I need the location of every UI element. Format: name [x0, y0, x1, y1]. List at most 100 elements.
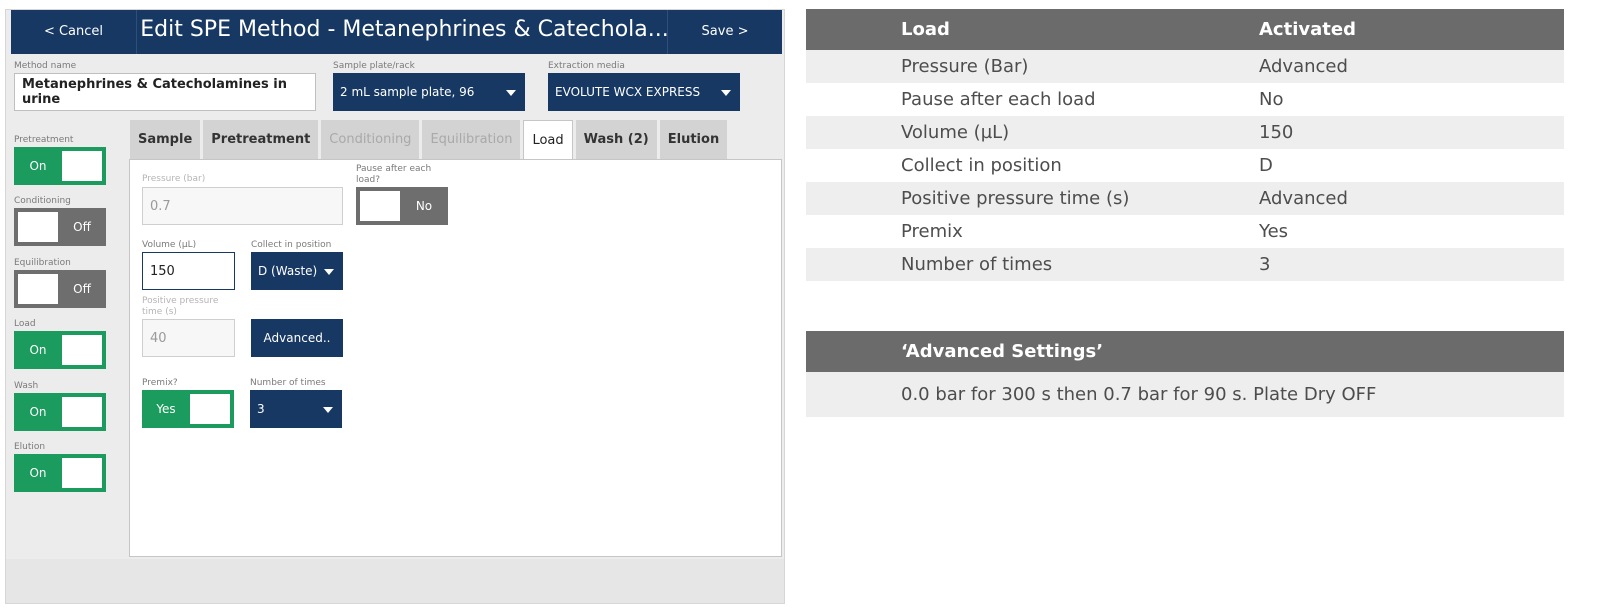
cancel-button[interactable]: < Cancel [11, 10, 137, 54]
chevron-down-icon [506, 90, 516, 96]
table-cell: Advanced [1259, 188, 1348, 209]
chevron-down-icon [323, 407, 333, 413]
advanced-settings-table: ‘Advanced Settings’ 0.0 bar for 300 s th… [806, 331, 1564, 417]
table-cell: Positive pressure time (s) [901, 188, 1130, 209]
table-cell: Collect in position [901, 155, 1062, 176]
collect-position-label: Collect in position [251, 240, 332, 250]
times-label: Number of times [250, 378, 326, 388]
conditioning-toggle[interactable]: Off [14, 208, 106, 246]
tab-conditioning: Conditioning [321, 120, 420, 160]
step-tabs: Sample Pretreatment Conditioning Equilib… [130, 120, 730, 161]
pause-label-line1: Pause after each [356, 164, 432, 174]
advanced-button[interactable]: Advanced.. [251, 319, 343, 357]
table-cell: Premix [901, 221, 963, 242]
table-header: ‘Advanced Settings’ [806, 331, 1564, 372]
table-header: Load Activated [806, 9, 1564, 50]
method-name-label: Method name [14, 61, 77, 71]
toggle-knob [62, 458, 102, 488]
wash-toggle[interactable]: On [14, 393, 106, 431]
ppt-input: 40 [142, 319, 235, 357]
pressure-input: 0.7 [142, 187, 343, 225]
collect-position-select[interactable]: D (Waste) [251, 252, 343, 290]
table-cell: 0.0 bar for 300 s then 0.7 bar for 90 s.… [901, 384, 1377, 405]
header-cell: ‘Advanced Settings’ [901, 341, 1104, 362]
tab-sample[interactable]: Sample [130, 120, 201, 160]
table-row: Premix Yes [806, 215, 1564, 248]
volume-label: Volume (µL) [142, 240, 197, 250]
step-label-elution: Elution [14, 442, 46, 452]
bottom-bar [6, 559, 784, 603]
toggle-state: No [415, 199, 433, 213]
step-label-pretreatment: Pretreatment [14, 135, 74, 145]
toggle-knob [190, 394, 230, 424]
equilibration-toggle[interactable]: Off [14, 270, 106, 308]
tab-load[interactable]: Load [523, 120, 573, 161]
pressure-label: Pressure (bar) [142, 174, 206, 184]
header-cell: Activated [1259, 19, 1356, 40]
volume-input[interactable]: 150 [142, 252, 235, 290]
times-value: 3 [257, 402, 265, 416]
toggle-state: On [29, 405, 47, 419]
table-row: Number of times 3 [806, 248, 1564, 281]
extraction-media-select[interactable]: EVOLUTE WCX EXPRESS [548, 73, 740, 111]
tab-equilibration: Equilibration [422, 120, 521, 160]
chevron-down-icon [721, 90, 731, 96]
tab-wash[interactable]: Wash (2) [575, 120, 657, 160]
table-cell: 150 [1259, 122, 1294, 143]
ppt-label-line2: time (s) [142, 307, 177, 317]
toggle-knob [62, 335, 102, 365]
table-cell: Volume (µL) [901, 122, 1010, 143]
table-cell: Yes [1259, 221, 1289, 242]
save-button[interactable]: Save > [667, 10, 782, 54]
extraction-media-label: Extraction media [548, 61, 625, 71]
toggle-state: Off [73, 220, 91, 234]
chevron-down-icon [324, 269, 334, 275]
toggle-state: On [29, 159, 47, 173]
table-cell: Pause after each load [901, 89, 1096, 110]
extraction-media-value: EVOLUTE WCX EXPRESS [555, 85, 701, 99]
load-toggle[interactable]: On [14, 331, 106, 369]
sample-plate-select[interactable]: 2 mL sample plate, 96 [333, 73, 525, 111]
pause-toggle[interactable]: No [356, 187, 448, 225]
table-row: Collect in position D [806, 149, 1564, 182]
collect-position-value: D (Waste) [258, 264, 318, 278]
step-label-load: Load [14, 319, 36, 329]
table-cell: No [1259, 89, 1284, 110]
table-cell: Number of times [901, 254, 1053, 275]
toggle-knob [18, 274, 58, 304]
step-label-wash: Wash [14, 381, 39, 391]
premix-label: Premix? [142, 378, 178, 388]
method-name-input[interactable]: Metanephrines & Catecholamines in urine [14, 73, 316, 111]
step-label-conditioning: Conditioning [14, 196, 71, 206]
top-bar: < Cancel Edit SPE Method - Metanephrines… [11, 10, 782, 54]
table-cell: D [1259, 155, 1273, 176]
toggle-knob [62, 151, 102, 181]
tab-elution[interactable]: Elution [659, 120, 728, 160]
table-row: Volume (µL) 150 [806, 116, 1564, 149]
toggle-knob [18, 212, 58, 242]
table-row: Positive pressure time (s) Advanced [806, 182, 1564, 215]
toggle-knob [360, 191, 400, 221]
toggle-knob [62, 397, 102, 427]
times-select[interactable]: 3 [250, 390, 342, 428]
pretreatment-toggle[interactable]: On [14, 147, 106, 185]
load-settings-table: Load Activated Pressure (Bar) Advanced P… [806, 9, 1564, 281]
toggle-state: Off [73, 282, 91, 296]
spe-method-screen: < Cancel Edit SPE Method - Metanephrines… [5, 9, 785, 604]
header-cell: Load [901, 19, 950, 40]
table-row: Pressure (Bar) Advanced [806, 50, 1564, 83]
premix-toggle[interactable]: Yes [142, 390, 234, 428]
table-cell: Pressure (Bar) [901, 56, 1029, 77]
pause-label-line2: load? [356, 175, 381, 185]
table-row: Pause after each load No [806, 83, 1564, 116]
table-row: 0.0 bar for 300 s then 0.7 bar for 90 s.… [806, 372, 1564, 417]
toggle-state: On [29, 466, 47, 480]
elution-toggle[interactable]: On [14, 454, 106, 492]
step-label-equilibration: Equilibration [14, 258, 71, 268]
toggle-state: On [29, 343, 47, 357]
tab-pretreatment[interactable]: Pretreatment [203, 120, 319, 160]
table-cell: Advanced [1259, 56, 1348, 77]
toggle-state: Yes [156, 402, 176, 416]
sample-plate-label: Sample plate/rack [333, 61, 415, 71]
table-cell: 3 [1259, 254, 1271, 275]
